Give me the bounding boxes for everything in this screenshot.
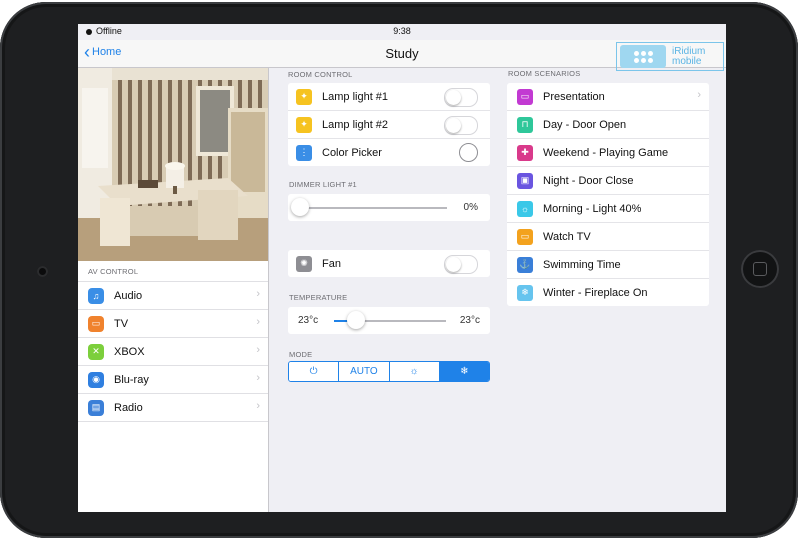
snowflake-icon: ❄: [517, 284, 533, 301]
chevron-right-icon: ›: [256, 400, 260, 412]
scenario-night-door-close[interactable]: ▣ Night - Door Close: [507, 167, 709, 195]
dimmer-thumb[interactable]: [291, 198, 309, 216]
status-bar: Offline 9:38: [78, 24, 726, 40]
home-hardware-button[interactable]: [741, 250, 779, 288]
sun-icon: ☼: [517, 200, 533, 217]
mode-segmented-control: ⏻ AUTO ☼ ❄: [288, 361, 490, 382]
scenario-label: Morning - Light 40%: [543, 202, 642, 215]
bluray-disc-icon: ◉: [88, 371, 104, 388]
tv-icon: ▭: [88, 315, 104, 332]
light-toggle[interactable]: [444, 88, 478, 107]
clock: 9:38: [393, 26, 411, 36]
music-note-icon: ♫: [88, 287, 104, 304]
logo-text: iRidium mobile: [672, 45, 706, 67]
temperature-min-label: 23°c: [298, 315, 319, 326]
room-control-card: ✦ Lamp light #1 ✦ Lamp light #2 ⋮ Color Picke…: [288, 83, 490, 166]
av-item-label: Radio: [114, 401, 143, 414]
dimmer-slider[interactable]: 0%: [288, 194, 490, 221]
scenario-morning-light-40-[interactable]: ☼ Morning - Light 40%: [507, 195, 709, 223]
mode-power-button[interactable]: ⏻: [289, 362, 340, 381]
xbox-icon: ✕: [88, 343, 104, 360]
mode-heat-button[interactable]: ☼: [389, 362, 440, 381]
dimmer-header: DIMMER LIGHT #1: [289, 180, 357, 189]
scenario-label: Weekend - Playing Game: [543, 146, 669, 159]
temperature-thumb[interactable]: [347, 311, 366, 329]
scenario-label: Swimming Time: [543, 258, 621, 271]
scenario-label: Winter - Fireplace On: [543, 286, 648, 299]
fan-toggle[interactable]: [444, 255, 478, 274]
mode-header: MODE: [289, 350, 313, 359]
scenario-winter-fireplace-on[interactable]: ❄ Winter - Fireplace On: [507, 279, 709, 306]
av-item-tv[interactable]: ▭ TV ›: [78, 310, 268, 338]
av-item-xbox[interactable]: ✕ XBOX ›: [78, 338, 268, 366]
av-item-blu-ray[interactable]: ◉ Blu-ray ›: [78, 366, 268, 394]
chevron-right-icon: ›: [256, 288, 260, 300]
room-control-lamp-light-2[interactable]: ✦ Lamp light #2: [288, 111, 490, 139]
logo-grid-icon: [620, 45, 666, 68]
light-toggle[interactable]: [444, 116, 478, 135]
scenario-label: Presentation: [543, 90, 605, 103]
camera-icon: [37, 266, 48, 277]
scenario-label: Day - Door Open: [543, 118, 627, 131]
fan-row[interactable]: ✺ Fan: [288, 250, 490, 277]
temperature-slider[interactable]: 23°c 23°c: [288, 307, 490, 334]
av-control-header: AV CONTROL: [88, 267, 139, 276]
brand-logo: iRidium mobile: [616, 42, 724, 71]
room-scenarios-header: ROOM SCENARIOS: [508, 69, 581, 78]
scenario-label: Watch TV: [543, 230, 591, 243]
av-item-label: XBOX: [114, 345, 145, 358]
lock-open-icon: ⊓: [517, 116, 533, 133]
gamepad-icon: ✚: [517, 144, 533, 161]
sliders-icon: ⋮: [296, 144, 312, 161]
room-control-color-picker[interactable]: ⋮ Color Picker: [288, 139, 490, 166]
tv-icon: ▭: [517, 228, 533, 245]
av-item-audio[interactable]: ♫ Audio ›: [78, 281, 268, 310]
chevron-right-icon: ›: [697, 89, 701, 101]
dimmer-track: [300, 207, 447, 209]
chevron-right-icon: ›: [256, 316, 260, 328]
temperature-header: TEMPERATURE: [289, 293, 348, 302]
av-item-radio[interactable]: ▤ Radio ›: [78, 394, 268, 422]
chevron-right-icon: ›: [256, 344, 260, 356]
av-item-label: Blu-ray: [114, 373, 149, 386]
room-control-header: ROOM CONTROL: [288, 70, 353, 79]
scenario-day-door-open[interactable]: ⊓ Day - Door Open: [507, 111, 709, 139]
room-control-label: Lamp light #2: [322, 118, 389, 131]
lightbulb-icon: ✦: [296, 88, 312, 105]
scenario-list: ▭ Presentation › ⊓ Day - Door Open ✚ Weekend -…: [507, 83, 709, 306]
dimmer-card: 0%: [288, 194, 490, 221]
temperature-max-label: 23°c: [459, 315, 480, 326]
scenario-label: Night - Door Close: [543, 174, 634, 187]
fan-card: ✺ Fan: [288, 250, 490, 277]
mode-auto-button[interactable]: AUTO: [339, 362, 390, 381]
fan-label: Fan: [322, 257, 341, 270]
room-control-label: Lamp light #1: [322, 90, 389, 103]
room-photo: [78, 68, 268, 261]
chevron-right-icon: ›: [256, 372, 260, 384]
av-item-label: Audio: [114, 289, 143, 302]
lock-icon: ▣: [517, 172, 533, 189]
scenario-presentation[interactable]: ▭ Presentation ›: [507, 83, 709, 111]
room-control-label: Color Picker: [322, 146, 382, 159]
navigation-bar: ‹ Home Study iRidium mobile: [78, 40, 726, 71]
anchor-icon: ⚓: [517, 256, 533, 273]
app-screen: Offline 9:38 ‹ Home Study iRidium mobile: [78, 24, 726, 512]
presentation-icon: ▭: [517, 88, 533, 105]
dimmer-value: 0%: [463, 202, 478, 213]
left-panel: AV CONTROL ♫ Audio › ▭ TV › ✕ XBOX › ◉ Blu-ray › ▤ Ra…: [78, 68, 269, 512]
scenario-weekend-playing-game[interactable]: ✚ Weekend - Playing Game: [507, 139, 709, 167]
lightbulb-icon: ✦: [296, 116, 312, 133]
color-picker-button[interactable]: [459, 143, 478, 162]
mode-cool-button[interactable]: ❄: [439, 362, 489, 381]
radio-icon: ▤: [88, 399, 104, 416]
scenario-swimming-time[interactable]: ⚓ Swimming Time: [507, 251, 709, 279]
av-control-list: ♫ Audio › ▭ TV › ✕ XBOX › ◉ Blu-ray › ▤ Radio ›: [78, 281, 268, 422]
fan-icon: ✺: [296, 255, 312, 272]
temperature-card: 23°c 23°c: [288, 307, 490, 334]
scenario-watch-tv[interactable]: ▭ Watch TV: [507, 223, 709, 251]
room-control-lamp-light-1[interactable]: ✦ Lamp light #1: [288, 83, 490, 111]
av-item-label: TV: [114, 317, 129, 330]
